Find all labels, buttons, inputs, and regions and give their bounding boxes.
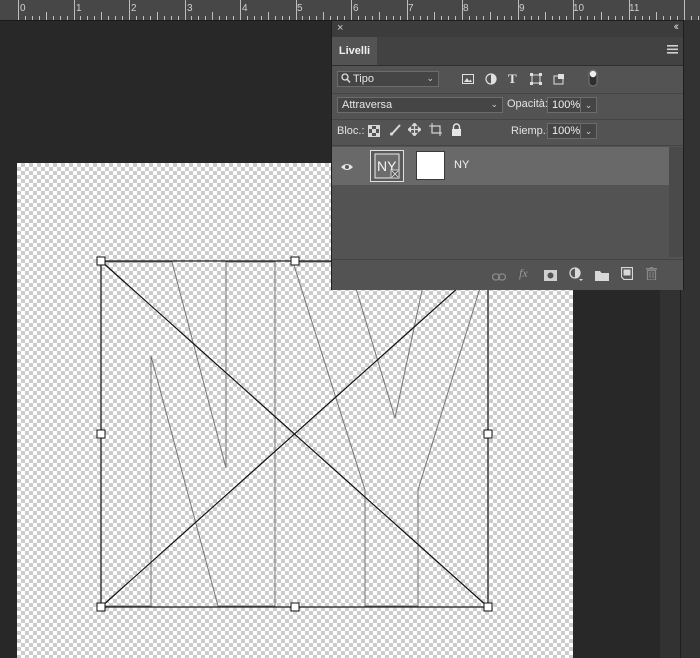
- collapse-icon[interactable]: ‹‹: [674, 21, 680, 33]
- lock-transparency-icon[interactable]: [368, 124, 380, 142]
- chevron-down-icon: ⌄: [426, 73, 434, 83]
- smart-object-thumbnail-icon: NY: [374, 153, 400, 179]
- chevron-down-icon: ⌄: [490, 99, 498, 109]
- opacity-label: Opacità:: [507, 98, 548, 110]
- transform-handle-bottom-center[interactable]: [290, 602, 300, 612]
- letter-n-outline: [100, 261, 276, 607]
- layer-row[interactable]: NY NY: [332, 147, 669, 185]
- close-icon[interactable]: ×: [337, 22, 343, 34]
- filter-toggle-icon[interactable]: [588, 69, 598, 92]
- transform-handle-bottom-left[interactable]: [96, 602, 106, 612]
- fill-field[interactable]: 100%: [547, 123, 581, 139]
- lock-pixels-icon[interactable]: [389, 123, 402, 141]
- divider: [332, 93, 683, 94]
- shape-filter-icon[interactable]: [530, 72, 542, 90]
- panel-footer: fx: [332, 259, 683, 290]
- filter-kind-value: Tipo: [353, 73, 374, 85]
- smart-object-filter-icon[interactable]: [553, 72, 565, 90]
- transform-handle-top-center[interactable]: [290, 256, 300, 266]
- tab-layers[interactable]: Livelli: [332, 37, 377, 65]
- panel-tabbar: Livelli: [332, 37, 683, 66]
- transform-handle-top-left[interactable]: [96, 256, 106, 266]
- lock-all-icon[interactable]: [451, 123, 462, 141]
- letter-y-outline: [292, 261, 489, 607]
- fx-icon[interactable]: fx: [519, 266, 528, 281]
- divider: [332, 119, 683, 120]
- lock-artboard-icon[interactable]: [429, 123, 442, 141]
- type-filter-icon[interactable]: T: [508, 71, 517, 87]
- layer-thumbnail[interactable]: NY: [370, 150, 404, 182]
- image-filter-icon[interactable]: [462, 72, 475, 90]
- link-layers-icon[interactable]: [491, 269, 507, 287]
- layer-mask-thumbnail[interactable]: [416, 151, 445, 180]
- add-mask-icon[interactable]: [544, 268, 557, 286]
- layer-name[interactable]: NY: [454, 159, 469, 171]
- layers-panel: × ‹‹ Livelli Tipo ⌄ T Attraversa ⌄ Opaci…: [331, 20, 684, 290]
- layers-scrollbar[interactable]: [669, 147, 683, 257]
- adjustment-layer-icon[interactable]: [569, 267, 583, 286]
- new-group-icon[interactable]: [595, 268, 609, 286]
- adjustment-filter-icon[interactable]: [485, 72, 497, 90]
- blend-mode-select[interactable]: Attraversa ⌄: [337, 97, 503, 113]
- transform-handle-middle-left[interactable]: [96, 429, 106, 439]
- new-layer-icon[interactable]: [620, 266, 634, 285]
- divider: [332, 145, 683, 146]
- opacity-chevron-icon[interactable]: ⌄: [581, 97, 597, 113]
- transform-handle-bottom-right[interactable]: [483, 602, 493, 612]
- lock-position-icon[interactable]: [407, 122, 422, 141]
- fill-label: Riemp.:: [511, 125, 549, 137]
- panel-titlebar[interactable]: × ‹‹: [332, 21, 683, 37]
- fill-chevron-icon[interactable]: ⌄: [581, 123, 597, 139]
- transform-handle-middle-right[interactable]: [483, 429, 493, 439]
- opacity-field[interactable]: 100%: [547, 97, 581, 113]
- search-icon: [341, 72, 351, 88]
- eye-icon[interactable]: [340, 159, 354, 177]
- lock-label: Bloc.:: [337, 125, 365, 137]
- layer-kind-filter[interactable]: Tipo ⌄: [337, 71, 439, 87]
- delete-layer-icon[interactable]: [646, 267, 657, 285]
- blend-mode-value: Attraversa: [342, 99, 393, 111]
- panel-menu-icon[interactable]: [667, 43, 678, 57]
